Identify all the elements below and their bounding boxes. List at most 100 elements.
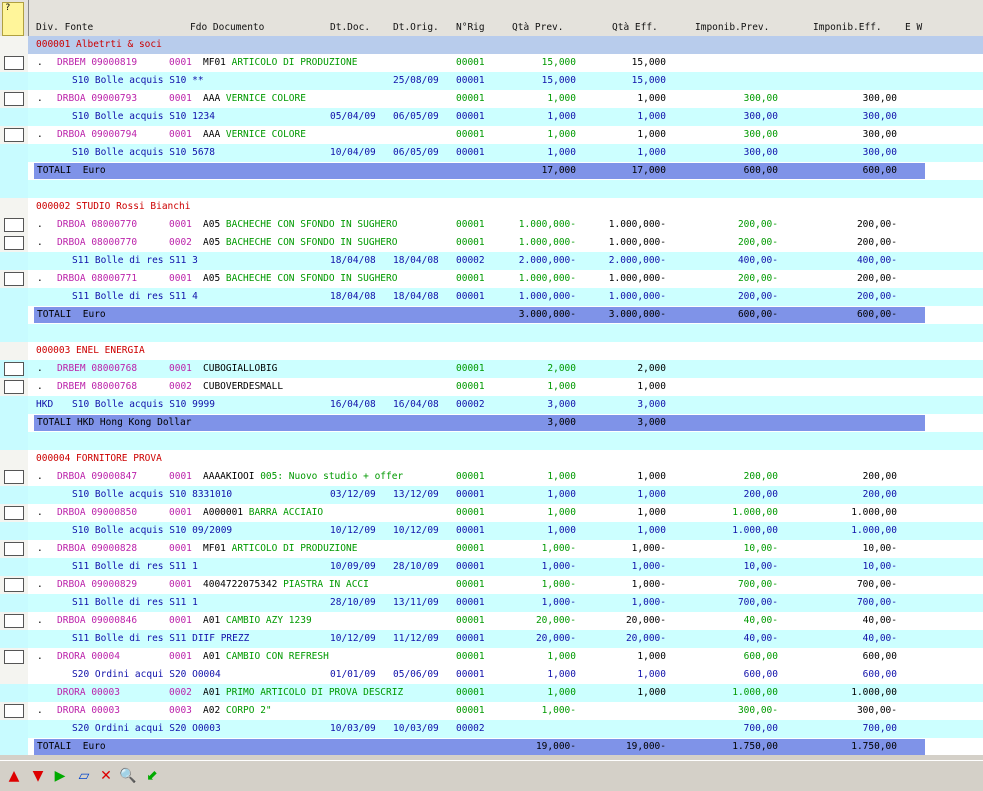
table-row[interactable]: S11 Bolle di res S11 1 28/10/09 13/11/09 00…	[0, 594, 983, 612]
row-select-checkbox[interactable]	[4, 92, 24, 106]
qta-eff: 20,000-	[625, 615, 666, 626]
row-select-checkbox[interactable]	[4, 542, 24, 556]
col-dt-orig[interactable]: Dt.Orig.	[393, 22, 439, 34]
row-select-checkbox[interactable]	[4, 704, 24, 718]
col-e-w[interactable]: E W	[905, 22, 922, 34]
table-row[interactable]: S11 Bolle di res S11 1 10/09/09 28/10/09 00…	[0, 558, 983, 576]
search-icon[interactable]: 🔍	[119, 768, 136, 784]
table-row[interactable]: . DRBOA 08000770 0002 A05 BACHECHE CON SFOND…	[0, 234, 983, 252]
documento: S10 Bolle acquis S10 5678	[72, 147, 215, 158]
imponib-prev: 300,00-	[737, 705, 778, 716]
imponib-prev: 200,00-	[737, 291, 778, 302]
imponib-eff: 200,00	[862, 471, 897, 482]
row-select-checkbox[interactable]	[4, 218, 24, 232]
table-row[interactable]: DRORA 00003 0002 A01 PRIMO ARTICOLO DI PROV…	[0, 684, 983, 702]
table-row[interactable]: . DRBOA 08000770 0001 A05 BACHECHE CON SFOND…	[0, 216, 983, 234]
totals-row[interactable]: TOTALI Euro 19,000- 19,000- 1.750,00 1.750,0…	[0, 738, 983, 755]
row-select-checkbox[interactable]	[4, 650, 24, 664]
imponib-prev: 600,00	[743, 669, 778, 680]
group-header-row[interactable]: 000001 Albetrti & soci	[0, 36, 983, 54]
table-row[interactable]	[0, 432, 983, 450]
export-icon[interactable]: ⬋	[144, 768, 160, 784]
fonte: DRORA 00003	[57, 687, 120, 698]
imponib-eff: 600,00-	[856, 309, 897, 320]
table-row[interactable]: S10 Bolle acquis S10 09/2009 10/12/09 10/1…	[0, 522, 983, 540]
table-row[interactable]: . DRBEM 08000768 0001 CUBOGIALLOBIG 00001 2,0…	[0, 360, 983, 378]
table-row[interactable]: . DRBEM 09000819 0001 MF01 ARTICOLO DI PRODU…	[0, 54, 983, 72]
col-div-fonte[interactable]: Div. Fonte	[36, 22, 93, 34]
col-imponib-prev[interactable]: Imponib.Prev.	[695, 22, 769, 34]
row-select-checkbox[interactable]	[4, 578, 24, 592]
totals-row[interactable]: TOTALI Euro 17,000 17,000 600,00 600,00	[0, 162, 983, 180]
descrizione: PIASTRA IN ACCI	[283, 579, 369, 590]
delete-icon[interactable]: ✕	[98, 768, 114, 784]
col-dt-doc[interactable]: Dt.Doc.	[330, 22, 370, 34]
table-row[interactable]: . DRBOA 09000793 0001 AAA VERNICE COLORE 0000…	[0, 90, 983, 108]
row-select-checkbox[interactable]	[4, 614, 24, 628]
qta-eff: 1,000	[637, 147, 666, 158]
move-up-icon[interactable]: ▲	[6, 768, 22, 784]
col-fdo-documento[interactable]: Fdo Documento	[190, 22, 264, 34]
table-row[interactable]: . DRORA 00004 0001 A01 CAMBIO CON REFRESH 000…	[0, 648, 983, 666]
imponib-eff: 300,00	[862, 93, 897, 104]
row-select-checkbox[interactable]	[4, 380, 24, 394]
table-row[interactable]: . DRBEM 08000768 0002 CUBOVERDESMALL 00001 1,…	[0, 378, 983, 396]
articolo: CUBOGIALLOBIG	[203, 363, 278, 374]
table-row[interactable]: HKD S10 Bolle acquis S10 9999 16/04/08 16/0…	[0, 396, 983, 414]
table-row[interactable]	[0, 324, 983, 342]
row-marker: .	[37, 615, 43, 626]
table-row[interactable]	[0, 180, 983, 198]
row-select-checkbox[interactable]	[4, 506, 24, 520]
eraser-icon[interactable]: ▱	[76, 768, 92, 784]
row-select-checkbox[interactable]	[4, 470, 24, 484]
row-select-checkbox[interactable]	[4, 272, 24, 286]
table-row[interactable]: S10 Bolle acquis S10 8331010 03/12/09 13/1…	[0, 486, 983, 504]
table-row[interactable]: . DRBOA 08000771 0001 A05 BACHECHE CON SFOND…	[0, 270, 983, 288]
table-row[interactable]: S11 Bolle di res S11 4 18/04/08 18/04/08 00…	[0, 288, 983, 306]
articolo: MF01	[203, 57, 226, 68]
table-row[interactable]: . DRORA 00003 0003 A02 CORPO 2" 00001 1,000- 30…	[0, 702, 983, 720]
col-imponib-eff[interactable]: Imponib.Eff.	[813, 22, 882, 34]
row-select-checkbox[interactable]	[4, 236, 24, 250]
table-row[interactable]: S10 Bolle acquis S10 5678 10/04/09 06/05/0…	[0, 144, 983, 162]
row-select-checkbox[interactable]	[4, 56, 24, 70]
qta-prev: 1,000	[547, 129, 576, 140]
group-header-row[interactable]: 000002 STUDIO Rossi Bianchi	[0, 198, 983, 216]
dt-orig: 05/06/09	[393, 669, 439, 680]
row-select-checkbox[interactable]	[4, 362, 24, 376]
table-row[interactable]: S11 Bolle di res S11 DIIF PREZZ 10/12/09 1…	[0, 630, 983, 648]
table-row[interactable]: . DRBOA 09000794 0001 AAA VERNICE COLORE 0000…	[0, 126, 983, 144]
group-header-row[interactable]: 000004 FORNITORE PROVA	[0, 450, 983, 468]
row-gutter	[0, 450, 28, 468]
table-row[interactable]: . DRBOA 09000850 0001 A000001 BARRA ACCIAIO 0…	[0, 504, 983, 522]
col-qta-prev[interactable]: Qtà Prev.	[512, 22, 563, 34]
row-marker: .	[37, 579, 43, 590]
table-row[interactable]: . DRBOA 09000846 0001 A01 CAMBIO AZY 1239 000…	[0, 612, 983, 630]
col-qta-eff[interactable]: Qtà Eff.	[612, 22, 658, 34]
table-row[interactable]: S20 Ordini acqui S20 O0004 01/01/09 05/06/…	[0, 666, 983, 684]
table-row[interactable]: . DRBOA 09000847 0001 AAAAKIOOI 005: Nuovo s…	[0, 468, 983, 486]
imponib-eff: 400,00-	[856, 255, 897, 266]
group-header-row[interactable]: 000003 ENEL ENERGIA	[0, 342, 983, 360]
descrizione: CAMBIO CON REFRESH	[225, 651, 329, 662]
table-row[interactable]: S10 Bolle acquis S10 ** 25/08/09 00001 15,0…	[0, 72, 983, 90]
move-down-icon[interactable]: ▼	[30, 768, 46, 784]
totals-row[interactable]: TOTALI HKD Hong Kong Dollar 3,000 3,000	[0, 414, 983, 432]
table-row[interactable]: S11 Bolle di res S11 3 18/04/08 18/04/08 00…	[0, 252, 983, 270]
col-n-rig[interactable]: N°Rig	[456, 22, 485, 34]
totals-row[interactable]: TOTALI Euro 3.000,000- 3.000,000- 600,00- 60…	[0, 306, 983, 324]
fonte: DRBOA 08000770	[57, 237, 138, 248]
play-icon[interactable]: ▶	[52, 768, 68, 784]
row-gutter	[0, 72, 28, 90]
grid-corner-cell[interactable]: ?	[2, 2, 24, 36]
qta-prev: 1,000	[547, 471, 576, 482]
row-select-checkbox[interactable]	[4, 128, 24, 142]
table-row[interactable]: S20 Ordini acqui S20 O0003 10/03/09 10/03/…	[0, 720, 983, 738]
qta-eff: 1,000	[637, 489, 666, 500]
rig: 0001	[169, 615, 192, 626]
table-row[interactable]: . DRBOA 09000829 0001 4004722075342 PIASTRA …	[0, 576, 983, 594]
table-row[interactable]: S10 Bolle acquis S10 1234 05/04/09 06/05/0…	[0, 108, 983, 126]
fonte: DRBOA 08000771	[57, 273, 138, 284]
table-row[interactable]: . DRBOA 09000828 0001 MF01 ARTICOLO DI PRODU…	[0, 540, 983, 558]
fonte: DRBEM 08000768	[57, 381, 138, 392]
